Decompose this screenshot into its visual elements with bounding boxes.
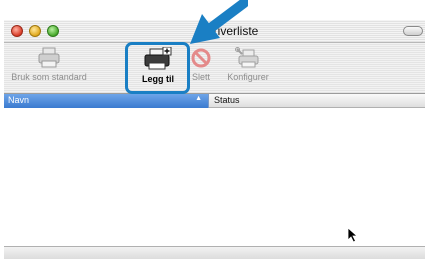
instruction-arrow-icon <box>190 0 248 44</box>
toolbar-toggle-button[interactable] <box>403 26 423 36</box>
list-bottom-bar <box>4 246 425 259</box>
add-button-highlight <box>125 42 190 94</box>
sort-ascending-icon: ▲ <box>195 95 202 102</box>
make-default-button[interactable]: Bruk som standard <box>8 47 90 82</box>
configure-label: Konfigurer <box>227 72 269 82</box>
minimize-button[interactable] <box>29 25 41 37</box>
mouse-cursor-icon <box>347 227 359 243</box>
column-header-name[interactable]: Navn ▲ <box>4 94 209 108</box>
zoom-button[interactable] <box>47 25 59 37</box>
delete-button[interactable]: Slett <box>186 47 216 82</box>
delete-icon <box>191 48 211 68</box>
configure-button[interactable]: Konfigurer <box>222 47 274 82</box>
toolbar: Bruk som standard Legg til Slett Konfigu… <box>4 43 425 94</box>
column-header-row: Navn ▲ Status <box>4 94 425 108</box>
close-button[interactable] <box>11 25 23 37</box>
configure-icon <box>235 47 259 68</box>
delete-label: Slett <box>191 72 210 82</box>
column-name-label: Navn <box>8 95 30 105</box>
printer-list-window: Skriverliste Bruk som standard Legg til <box>4 20 425 259</box>
column-status-label: Status <box>214 95 240 105</box>
column-header-status[interactable]: Status <box>209 94 425 108</box>
printer-icon <box>38 47 60 68</box>
make-default-label: Bruk som standard <box>11 72 87 82</box>
printer-list[interactable] <box>4 108 425 246</box>
